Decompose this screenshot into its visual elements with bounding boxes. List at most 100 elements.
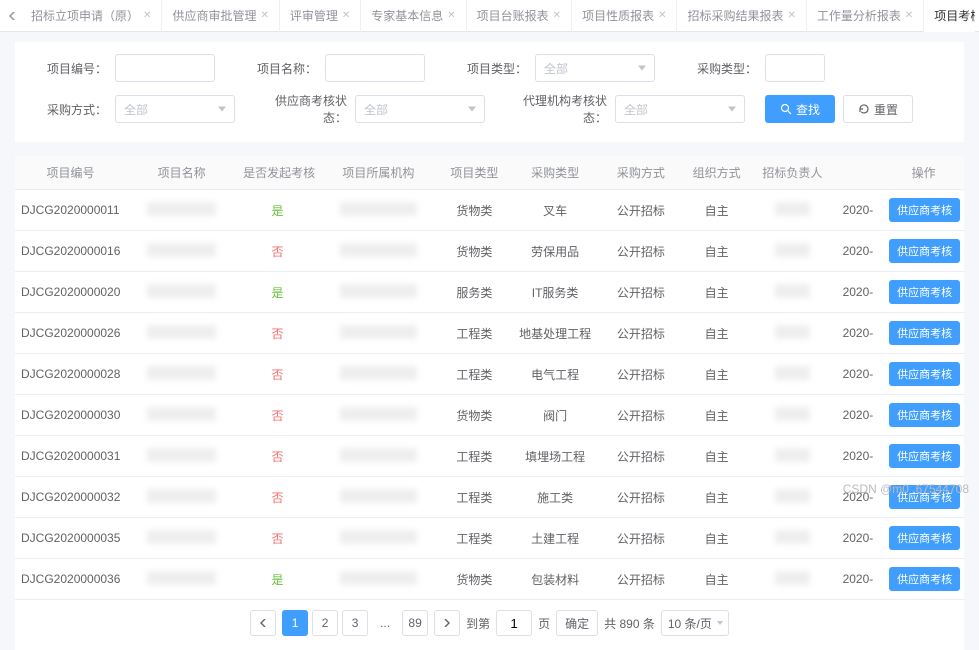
- cell-method: 公开招标: [601, 231, 682, 272]
- tab-8[interactable]: 项目考核分派✕: [924, 0, 975, 32]
- close-icon[interactable]: ✕: [260, 10, 268, 21]
- col-buy: 采购类型: [510, 156, 601, 190]
- cell-project-name: [126, 559, 237, 600]
- supplier-review-button[interactable]: 供应商考核: [889, 403, 960, 427]
- cell-project-name: [126, 313, 237, 354]
- tab-2[interactable]: 评审管理✕: [280, 0, 361, 32]
- tab-6[interactable]: 招标采购结果报表✕: [677, 0, 806, 32]
- cell-buy: 劳保用品: [510, 231, 601, 272]
- cell-flag: 是: [237, 272, 318, 313]
- supplier-review-button[interactable]: 供应商考核: [889, 526, 960, 550]
- supplier-review-button[interactable]: 供应商考核: [889, 280, 960, 304]
- page-1[interactable]: 1: [282, 610, 308, 636]
- close-icon[interactable]: ✕: [658, 10, 666, 21]
- tab-5[interactable]: 项目性质报表✕: [572, 0, 677, 32]
- cell-owner: [752, 559, 833, 600]
- supplier-review-button[interactable]: 供应商考核: [889, 567, 960, 591]
- cell-buy: 地基处理工程: [510, 313, 601, 354]
- col-owner: 招标负责人: [752, 156, 833, 190]
- label-project-no: 项目编号：: [25, 60, 115, 77]
- search-button[interactable]: 查找: [765, 95, 835, 123]
- cell-flag: 否: [237, 395, 318, 436]
- cell-action: 供应商考核: [883, 354, 964, 395]
- data-table-wrap: 项目编号 项目名称 是否发起考核 项目所属机构 项目类型 采购类型 采购方式 组…: [15, 156, 964, 600]
- close-icon[interactable]: ✕: [787, 10, 795, 21]
- cell-project-no: DJCG2020000026: [15, 313, 126, 354]
- tab-0[interactable]: 招标立项申请（原）✕: [21, 0, 162, 32]
- reset-button[interactable]: 重置: [843, 95, 913, 123]
- tab-4[interactable]: 项目台账报表✕: [467, 0, 572, 32]
- search-icon: [780, 103, 792, 115]
- label-purchase-method: 采购方式：: [25, 101, 115, 118]
- cell-ptype: 工程类: [439, 477, 510, 518]
- label-project-type: 项目类型：: [445, 60, 535, 77]
- supplier-review-button[interactable]: 供应商考核: [889, 321, 960, 345]
- label-agency-status: 代理机构考核状态：: [505, 92, 615, 126]
- cell-org: [318, 313, 439, 354]
- supplier-review-button[interactable]: 供应商考核: [889, 239, 960, 263]
- refresh-icon: [858, 103, 870, 115]
- select-project-type[interactable]: 全部: [535, 54, 655, 82]
- cell-buy: 施工类: [510, 477, 601, 518]
- col-orgmode: 组织方式: [681, 156, 752, 190]
- page-2[interactable]: 2: [312, 610, 338, 636]
- col-action: 操作: [883, 156, 964, 190]
- cell-orgmode: 自主: [681, 395, 752, 436]
- close-icon[interactable]: ✕: [342, 10, 350, 21]
- page-89[interactable]: 89: [402, 610, 428, 636]
- page-size-select[interactable]: 10 条/页: [661, 610, 729, 636]
- cell-project-no: DJCG2020000032: [15, 477, 126, 518]
- page-next[interactable]: [434, 610, 460, 636]
- cell-project-name: [126, 190, 237, 231]
- jump-input[interactable]: [496, 610, 532, 636]
- tabs-scroll-left[interactable]: [4, 11, 21, 21]
- cell-project-no: DJCG2020000030: [15, 395, 126, 436]
- cell-buy: 阀门: [510, 395, 601, 436]
- cell-org: [318, 559, 439, 600]
- tab-label: 项目考核分派: [934, 7, 975, 24]
- cell-orgmode: 自主: [681, 354, 752, 395]
- cell-date: 2020-: [833, 395, 883, 436]
- supplier-review-button[interactable]: 供应商考核: [889, 362, 960, 386]
- page-prev[interactable]: [250, 610, 276, 636]
- input-purchase-type[interactable]: [765, 54, 825, 82]
- jump-confirm[interactable]: 确定: [556, 610, 598, 636]
- col-date: [833, 156, 883, 190]
- supplier-review-button[interactable]: 供应商考核: [889, 444, 960, 468]
- tab-7[interactable]: 工作量分析报表✕: [807, 0, 924, 32]
- input-project-no[interactable]: [115, 54, 215, 82]
- cell-ptype: 货物类: [439, 231, 510, 272]
- cell-org: [318, 231, 439, 272]
- select-purchase-method[interactable]: 全部: [115, 95, 235, 123]
- cell-owner: [752, 272, 833, 313]
- cell-orgmode: 自主: [681, 436, 752, 477]
- cell-flag: 是: [237, 559, 318, 600]
- close-icon[interactable]: ✕: [447, 10, 455, 21]
- select-supplier-status[interactable]: 全部: [355, 95, 485, 123]
- page-3[interactable]: 3: [342, 610, 368, 636]
- cell-ptype: 货物类: [439, 395, 510, 436]
- watermark: CSDN @m0_67544708: [843, 482, 969, 496]
- tab-3[interactable]: 专家基本信息✕: [361, 0, 466, 32]
- cell-method: 公开招标: [601, 354, 682, 395]
- select-agency-status[interactable]: 全部: [615, 95, 745, 123]
- supplier-review-button[interactable]: 供应商考核: [889, 198, 960, 222]
- close-icon[interactable]: ✕: [553, 10, 561, 21]
- close-icon[interactable]: ✕: [143, 10, 151, 21]
- cell-method: 公开招标: [601, 477, 682, 518]
- col-ptype: 项目类型: [439, 156, 510, 190]
- cell-orgmode: 自主: [681, 559, 752, 600]
- cell-org: [318, 518, 439, 559]
- cell-date: 2020-: [833, 231, 883, 272]
- data-table: 项目编号 项目名称 是否发起考核 项目所属机构 项目类型 采购类型 采购方式 组…: [15, 156, 964, 600]
- cell-ptype: 货物类: [439, 190, 510, 231]
- cell-project-no: DJCG2020000011: [15, 190, 126, 231]
- filter-panel: 项目编号： 项目名称： 项目类型：全部 采购类型： 采购方式：全部 供应商考核状…: [15, 42, 964, 142]
- page-label: 页: [538, 615, 550, 632]
- total-label: 共 890 条: [604, 615, 655, 632]
- cell-ptype: 服务类: [439, 272, 510, 313]
- tab-1[interactable]: 供应商审批管理✕: [162, 0, 279, 32]
- input-project-name[interactable]: [325, 54, 425, 82]
- cell-action: 供应商考核: [883, 272, 964, 313]
- close-icon[interactable]: ✕: [905, 10, 913, 21]
